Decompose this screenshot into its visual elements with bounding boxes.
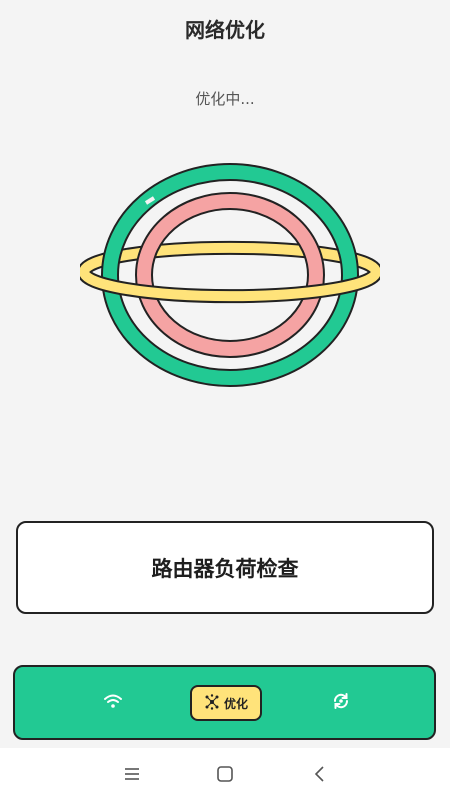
tab-optimize-label: 优化 bbox=[223, 696, 248, 711]
menu-icon bbox=[122, 768, 142, 788]
wifi-icon bbox=[103, 693, 123, 713]
optimize-icon bbox=[204, 693, 220, 713]
router-load-check-button[interactable]: 路由器负荷检查 bbox=[16, 521, 434, 614]
planet-icon bbox=[77, 160, 383, 390]
tab-optimize[interactable]: 优化 bbox=[190, 685, 262, 721]
home-icon bbox=[215, 766, 235, 788]
bottom-nav: 优化 bbox=[13, 665, 436, 740]
page-title: 网络优化 bbox=[185, 18, 265, 42]
system-nav-bar bbox=[0, 748, 450, 800]
tab-wifi[interactable] bbox=[95, 685, 131, 721]
tab-refresh[interactable] bbox=[323, 685, 359, 721]
menu-button[interactable] bbox=[122, 764, 142, 784]
back-button[interactable] bbox=[310, 764, 330, 784]
home-button[interactable] bbox=[215, 764, 235, 784]
refresh-icon bbox=[332, 692, 350, 714]
back-icon bbox=[310, 766, 330, 788]
optimization-status: 优化中... bbox=[195, 90, 255, 108]
